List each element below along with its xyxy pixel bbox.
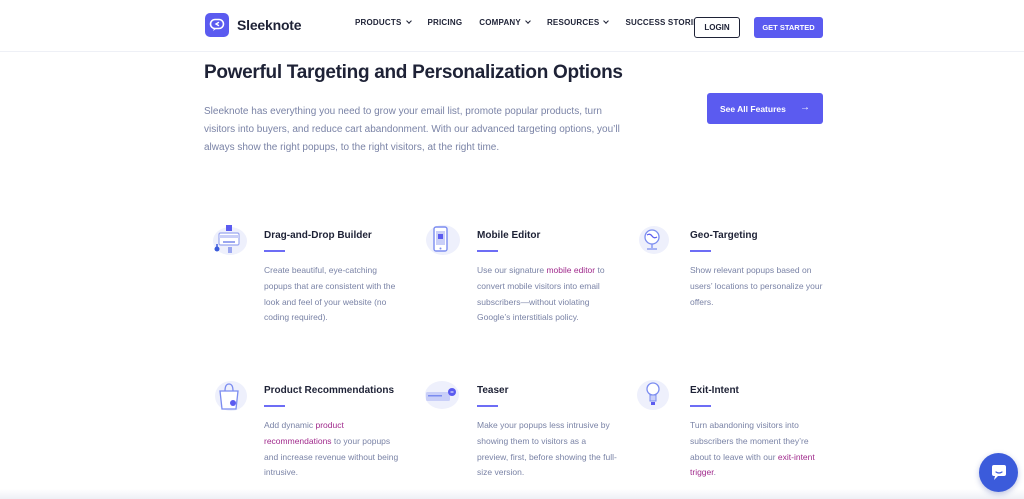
feature-description: Use our signature mobile editor to conve… bbox=[477, 263, 617, 326]
lightbulb-icon bbox=[637, 380, 669, 410]
feature-underline bbox=[690, 405, 711, 407]
chevron-down-icon bbox=[525, 18, 531, 24]
feature-description: Add dynamic product recommendations to y… bbox=[264, 418, 404, 481]
feature-description-text: . bbox=[713, 467, 716, 478]
chevron-down-icon bbox=[405, 18, 412, 24]
page-bottom-fade bbox=[0, 489, 1024, 499]
brand-name: Sleeknote bbox=[237, 17, 302, 33]
feature-underline bbox=[264, 250, 285, 252]
nav-item-company[interactable]: COMPANY bbox=[479, 18, 531, 27]
nav-item-success-stories[interactable]: SUCCESS STORIES bbox=[625, 18, 704, 27]
nav-item-label: PRICING bbox=[427, 18, 463, 27]
arrow-right-icon: → bbox=[800, 102, 810, 113]
nav-item-label: RESOURCES bbox=[546, 18, 600, 27]
feature-underline bbox=[477, 250, 498, 252]
chevron-down-icon bbox=[603, 18, 610, 24]
feature-underline bbox=[264, 405, 285, 407]
feature-underline bbox=[690, 250, 711, 252]
feature-title: Exit-Intent bbox=[690, 385, 739, 396]
section-title: Powerful Targeting and Personalization O… bbox=[204, 62, 623, 83]
feature-description: Show relevant popups based on users’ loc… bbox=[690, 263, 830, 310]
get-started-button[interactable]: GET STARTED bbox=[754, 17, 823, 38]
teaser-icon bbox=[425, 381, 459, 409]
chat-launcher-button[interactable] bbox=[979, 453, 1018, 492]
feature-description-text: Create beautiful, eye-catching popups th… bbox=[264, 265, 396, 323]
mobile-phone-icon bbox=[426, 225, 460, 255]
globe-icon bbox=[639, 226, 669, 254]
brand-logo[interactable]: Sleeknote bbox=[205, 13, 302, 37]
see-all-features-label: See All Features bbox=[720, 103, 786, 114]
feature-title: Mobile Editor bbox=[477, 230, 541, 241]
drag-drop-builder-icon bbox=[213, 225, 247, 255]
site-header: Sleeknote PRODUCTS PRICING COMPANY RESOU… bbox=[0, 0, 1024, 52]
feature-description-text: Make your popups less intrusive by showi… bbox=[477, 420, 617, 478]
nav-item-pricing[interactable]: PRICING bbox=[428, 18, 463, 27]
feature-description-text: Use our signature bbox=[477, 265, 547, 275]
login-button[interactable]: LOGIN bbox=[694, 17, 740, 38]
section-intro: Sleeknote has everything you need to gro… bbox=[204, 106, 620, 153]
feature-description: Make your popups less intrusive by showi… bbox=[477, 418, 617, 481]
feature-title: Teaser bbox=[477, 385, 509, 396]
feature-description: Turn abandoning visitors into subscriber… bbox=[690, 418, 830, 481]
nav-item-products[interactable]: PRODUCTS bbox=[355, 18, 412, 27]
feature-title: Product Recommendations bbox=[264, 385, 395, 396]
main-nav: PRODUCTS PRICING COMPANY RESOURCES SUCCE… bbox=[355, 18, 721, 27]
nav-item-label: SUCCESS STORIES bbox=[625, 18, 705, 27]
nav-item-label: COMPANY bbox=[479, 18, 521, 27]
feature-description-text: Show relevant popups based on users’ loc… bbox=[690, 265, 823, 307]
feature-description: Create beautiful, eye-catching popups th… bbox=[264, 263, 404, 326]
feature-description-text: Add dynamic bbox=[264, 420, 316, 430]
mobile-editor-link[interactable]: mobile editor bbox=[546, 265, 595, 275]
feature-title: Drag-and-Drop Builder bbox=[264, 230, 372, 241]
nav-item-resources[interactable]: RESOURCES bbox=[546, 18, 610, 27]
see-all-features-button[interactable]: See All Features → bbox=[707, 93, 823, 124]
feature-title: Geo-Targeting bbox=[690, 230, 758, 241]
shopping-bag-icon bbox=[215, 381, 247, 411]
nav-item-label: PRODUCTS bbox=[355, 18, 402, 27]
feature-underline bbox=[477, 405, 498, 407]
chat-bubble-icon bbox=[991, 464, 1006, 480]
sleeknote-logo-icon bbox=[205, 13, 229, 37]
